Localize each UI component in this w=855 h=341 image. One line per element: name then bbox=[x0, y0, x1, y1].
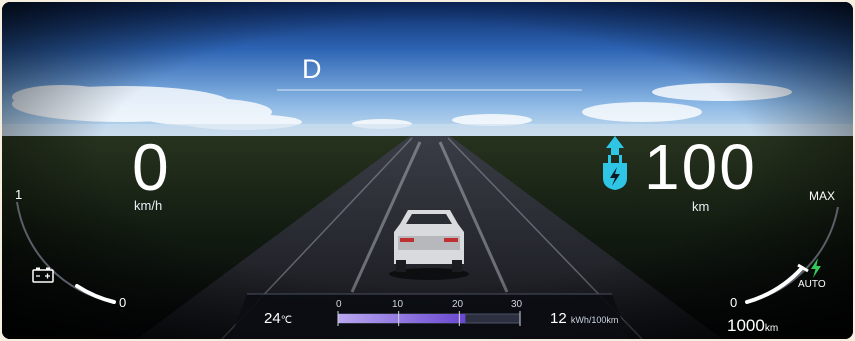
range-value: 100 bbox=[644, 131, 757, 203]
speed-value: 0 bbox=[132, 130, 169, 204]
instrument-cluster: D 0 km/h 100 km 1 0 MAX 0 AUTO 1000km 24… bbox=[2, 2, 853, 339]
auto-mode-label: AUTO bbox=[798, 279, 826, 290]
right-gauge-max-label: MAX bbox=[809, 189, 836, 203]
left-gauge-min-label: 0 bbox=[119, 295, 127, 310]
battery-icon bbox=[32, 267, 54, 283]
charge-plug-icon bbox=[603, 136, 627, 190]
charging-bolt-icon bbox=[811, 258, 821, 278]
energy-efficiency: 12 kWh/100km bbox=[550, 310, 618, 327]
temperature-unit: ℃ bbox=[280, 315, 292, 326]
left-gauge-max-label: 1 bbox=[15, 187, 23, 202]
efficiency-value: 12 bbox=[550, 310, 567, 327]
efficiency-unit: kWh/100km bbox=[570, 315, 619, 325]
efficiency-scale-label: 30 bbox=[511, 299, 523, 310]
odometer-value: 1000 bbox=[727, 316, 765, 335]
efficiency-scale-label: 10 bbox=[392, 299, 404, 310]
odometer-unit: km bbox=[764, 323, 779, 334]
efficiency-scale-label: 20 bbox=[452, 299, 464, 310]
speed-unit: km/h bbox=[134, 198, 163, 213]
efficiency-scale-label: 0 bbox=[336, 299, 342, 310]
outside-temperature: 24℃ bbox=[264, 310, 292, 327]
efficiency-bar-fill bbox=[338, 314, 466, 323]
right-gauge-min-label: 0 bbox=[730, 295, 738, 310]
odometer: 1000km bbox=[727, 316, 778, 336]
gear-indicator: D bbox=[302, 54, 322, 84]
range-unit: km bbox=[692, 199, 710, 214]
temperature-value: 24 bbox=[264, 310, 281, 327]
